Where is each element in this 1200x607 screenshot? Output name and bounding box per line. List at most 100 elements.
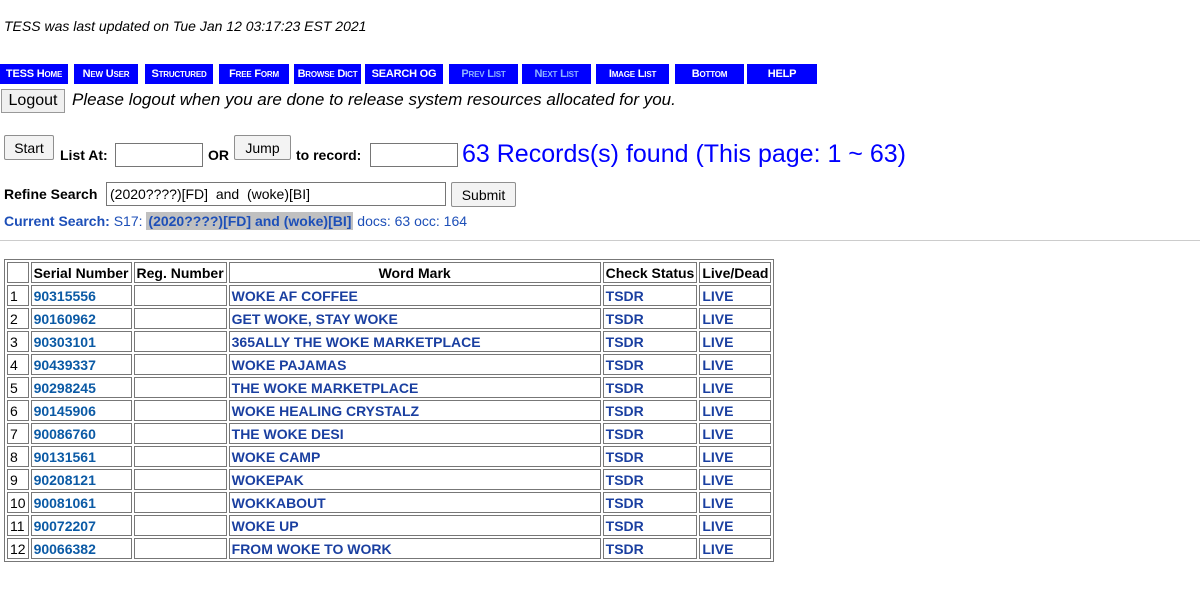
tsdr-link[interactable]: TSDR bbox=[602, 446, 698, 467]
jump-button[interactable]: Jump bbox=[234, 135, 291, 160]
table-row: 10 90081061 WOKKABOUT TSDR LIVE bbox=[7, 492, 772, 513]
row-number: 3 bbox=[7, 331, 29, 352]
word-mark-link[interactable]: 365ALLY THE WOKE MARKETPLACE bbox=[228, 331, 601, 352]
reg-number bbox=[133, 285, 227, 306]
tsdr-link[interactable]: TSDR bbox=[602, 285, 698, 306]
serial-number-link[interactable]: 90145906 bbox=[30, 400, 132, 421]
refine-search-label: Refine Search bbox=[4, 186, 98, 202]
reg-number bbox=[133, 423, 227, 444]
serial-number-link[interactable]: 90439337 bbox=[30, 354, 132, 375]
tsdr-link[interactable]: TSDR bbox=[602, 515, 698, 536]
serial-number-link[interactable]: 90081061 bbox=[30, 492, 132, 513]
tsdr-link[interactable]: TSDR bbox=[602, 400, 698, 421]
refine-search-input[interactable] bbox=[106, 182, 446, 206]
serial-number-link[interactable]: 90131561 bbox=[30, 446, 132, 467]
word-mark-link[interactable]: WOKE HEALING CRYSTALZ bbox=[228, 400, 601, 421]
nav-image-list-button[interactable]: Image List bbox=[596, 64, 669, 84]
row-number: 7 bbox=[7, 423, 29, 444]
reg-number bbox=[133, 469, 227, 490]
live-status-link[interactable]: LIVE bbox=[699, 331, 772, 352]
live-status-link[interactable]: LIVE bbox=[699, 446, 772, 467]
nav-next-list-button[interactable]: Next List bbox=[522, 64, 591, 84]
live-status-link[interactable]: LIVE bbox=[699, 377, 772, 398]
table-header-row: Serial Number Reg. Number Word Mark Check S… bbox=[7, 262, 772, 283]
reg-number bbox=[133, 492, 227, 513]
row-number: 8 bbox=[7, 446, 29, 467]
word-mark-link[interactable]: GET WOKE, STAY WOKE bbox=[228, 308, 601, 329]
tsdr-link[interactable]: TSDR bbox=[602, 377, 698, 398]
row-number: 6 bbox=[7, 400, 29, 421]
table-row: 2 90160962 GET WOKE, STAY WOKE TSDR LIVE bbox=[7, 308, 772, 329]
reg-number bbox=[133, 515, 227, 536]
header-row-number bbox=[7, 262, 29, 283]
list-at-label: List At: bbox=[60, 147, 108, 163]
word-mark-link[interactable]: FROM WOKE TO WORK bbox=[228, 538, 601, 559]
divider bbox=[0, 240, 1200, 241]
word-mark-link[interactable]: WOKE CAMP bbox=[228, 446, 601, 467]
word-mark-link[interactable]: THE WOKE DESI bbox=[228, 423, 601, 444]
serial-number-link[interactable]: 90160962 bbox=[30, 308, 132, 329]
live-status-link[interactable]: LIVE bbox=[699, 285, 772, 306]
nav-tess-home-button[interactable]: TESS Home bbox=[0, 64, 68, 84]
live-status-link[interactable]: LIVE bbox=[699, 492, 772, 513]
nav-help-button[interactable]: HELP bbox=[747, 64, 817, 84]
reg-number bbox=[133, 331, 227, 352]
live-status-link[interactable]: LIVE bbox=[699, 538, 772, 559]
live-status-link[interactable]: LIVE bbox=[699, 308, 772, 329]
nav-free-form-button[interactable]: Free Form bbox=[219, 64, 289, 84]
table-row: 6 90145906 WOKE HEALING CRYSTALZ TSDR LIVE bbox=[7, 400, 772, 421]
serial-number-link[interactable]: 90072207 bbox=[30, 515, 132, 536]
row-number: 9 bbox=[7, 469, 29, 490]
table-row: 8 90131561 WOKE CAMP TSDR LIVE bbox=[7, 446, 772, 467]
reg-number bbox=[133, 538, 227, 559]
tsdr-link[interactable]: TSDR bbox=[602, 538, 698, 559]
row-number: 4 bbox=[7, 354, 29, 375]
tsdr-link[interactable]: TSDR bbox=[602, 492, 698, 513]
list-at-input[interactable] bbox=[115, 143, 203, 167]
header-serial-number: Serial Number bbox=[30, 262, 132, 283]
tsdr-link[interactable]: TSDR bbox=[602, 331, 698, 352]
tsdr-link[interactable]: TSDR bbox=[602, 423, 698, 444]
serial-number-link[interactable]: 90086760 bbox=[30, 423, 132, 444]
nav-search-og-button[interactable]: SEARCH OG bbox=[365, 64, 443, 84]
live-status-link[interactable]: LIVE bbox=[699, 354, 772, 375]
word-mark-link[interactable]: WOKKABOUT bbox=[228, 492, 601, 513]
logout-button[interactable]: Logout bbox=[1, 89, 65, 113]
to-record-label: to record: bbox=[296, 147, 362, 163]
serial-number-link[interactable]: 90303101 bbox=[30, 331, 132, 352]
word-mark-link[interactable]: WOKE UP bbox=[228, 515, 601, 536]
live-status-link[interactable]: LIVE bbox=[699, 423, 772, 444]
word-mark-link[interactable]: WOKE PAJAMAS bbox=[228, 354, 601, 375]
submit-button[interactable]: Submit bbox=[451, 182, 516, 207]
row-number: 5 bbox=[7, 377, 29, 398]
serial-number-link[interactable]: 90315556 bbox=[30, 285, 132, 306]
nav-new-user-button[interactable]: New User bbox=[74, 64, 138, 84]
serial-number-link[interactable]: 90066382 bbox=[30, 538, 132, 559]
row-number: 10 bbox=[7, 492, 29, 513]
serial-number-link[interactable]: 90298245 bbox=[30, 377, 132, 398]
table-row: 9 90208121 WOKEPAK TSDR LIVE bbox=[7, 469, 772, 490]
word-mark-link[interactable]: WOKEPAK bbox=[228, 469, 601, 490]
nav-prev-list-button[interactable]: Prev List bbox=[449, 64, 518, 84]
nav-structured-button[interactable]: Structured bbox=[145, 64, 213, 84]
word-mark-link[interactable]: THE WOKE MARKETPLACE bbox=[228, 377, 601, 398]
row-number: 12 bbox=[7, 538, 29, 559]
current-search: Current Search: S17: (2020????)[FD] and … bbox=[4, 212, 467, 230]
nav-bottom-button[interactable]: Bottom bbox=[675, 64, 744, 84]
header-reg-number: Reg. Number bbox=[133, 262, 227, 283]
record-input[interactable] bbox=[370, 143, 458, 167]
current-search-query: (2020????)[FD] and (woke)[BI] bbox=[146, 212, 354, 230]
table-row: 12 90066382 FROM WOKE TO WORK TSDR LIVE bbox=[7, 538, 772, 559]
live-status-link[interactable]: LIVE bbox=[699, 515, 772, 536]
nav-browse-dict-button[interactable]: Browse Dict bbox=[294, 64, 361, 84]
word-mark-link[interactable]: WOKE AF COFFEE bbox=[228, 285, 601, 306]
tsdr-link[interactable]: TSDR bbox=[602, 308, 698, 329]
header-live-dead: Live/Dead bbox=[699, 262, 772, 283]
reg-number bbox=[133, 308, 227, 329]
tsdr-link[interactable]: TSDR bbox=[602, 469, 698, 490]
live-status-link[interactable]: LIVE bbox=[699, 469, 772, 490]
start-button[interactable]: Start bbox=[4, 135, 54, 160]
live-status-link[interactable]: LIVE bbox=[699, 400, 772, 421]
serial-number-link[interactable]: 90208121 bbox=[30, 469, 132, 490]
tsdr-link[interactable]: TSDR bbox=[602, 354, 698, 375]
